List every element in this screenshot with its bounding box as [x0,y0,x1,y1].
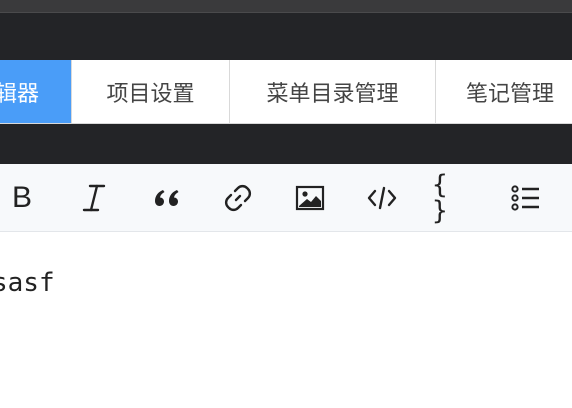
app-window: 编辑器 项目设置 菜单目录管理 笔记管理 B [0,0,572,408]
link-button[interactable] [216,164,260,231]
tab-editor[interactable]: 编辑器 [0,60,72,123]
image-button[interactable] [288,164,332,231]
editor-toolbar: B {} [0,164,572,232]
tab-menu-directory[interactable]: 菜单目录管理 [230,60,436,123]
editor-area[interactable]: sasf [0,232,572,408]
tab-project-settings[interactable]: 项目设置 [72,60,230,123]
bold-button[interactable]: B [0,164,44,231]
italic-icon [82,184,106,211]
link-icon [224,184,252,211]
quote-icon [155,189,179,206]
tab-bar: 编辑器 项目设置 菜单目录管理 笔记管理 [0,60,572,124]
quote-button[interactable] [144,164,188,231]
code-button[interactable] [360,164,404,231]
bold-icon: B [11,180,32,214]
header-band [0,13,572,60]
code-icon [367,186,397,209]
list-icon [511,184,539,211]
italic-button[interactable] [72,164,116,231]
image-icon [295,185,325,210]
code-block-icon: { } [432,169,448,226]
tab-notes[interactable]: 笔记管理 [436,60,572,123]
code-block-button[interactable]: { } [432,164,476,231]
window-top-bar [0,0,572,13]
editor-content[interactable]: sasf [0,268,55,298]
list-button[interactable] [504,164,548,231]
secondary-band [0,124,572,164]
